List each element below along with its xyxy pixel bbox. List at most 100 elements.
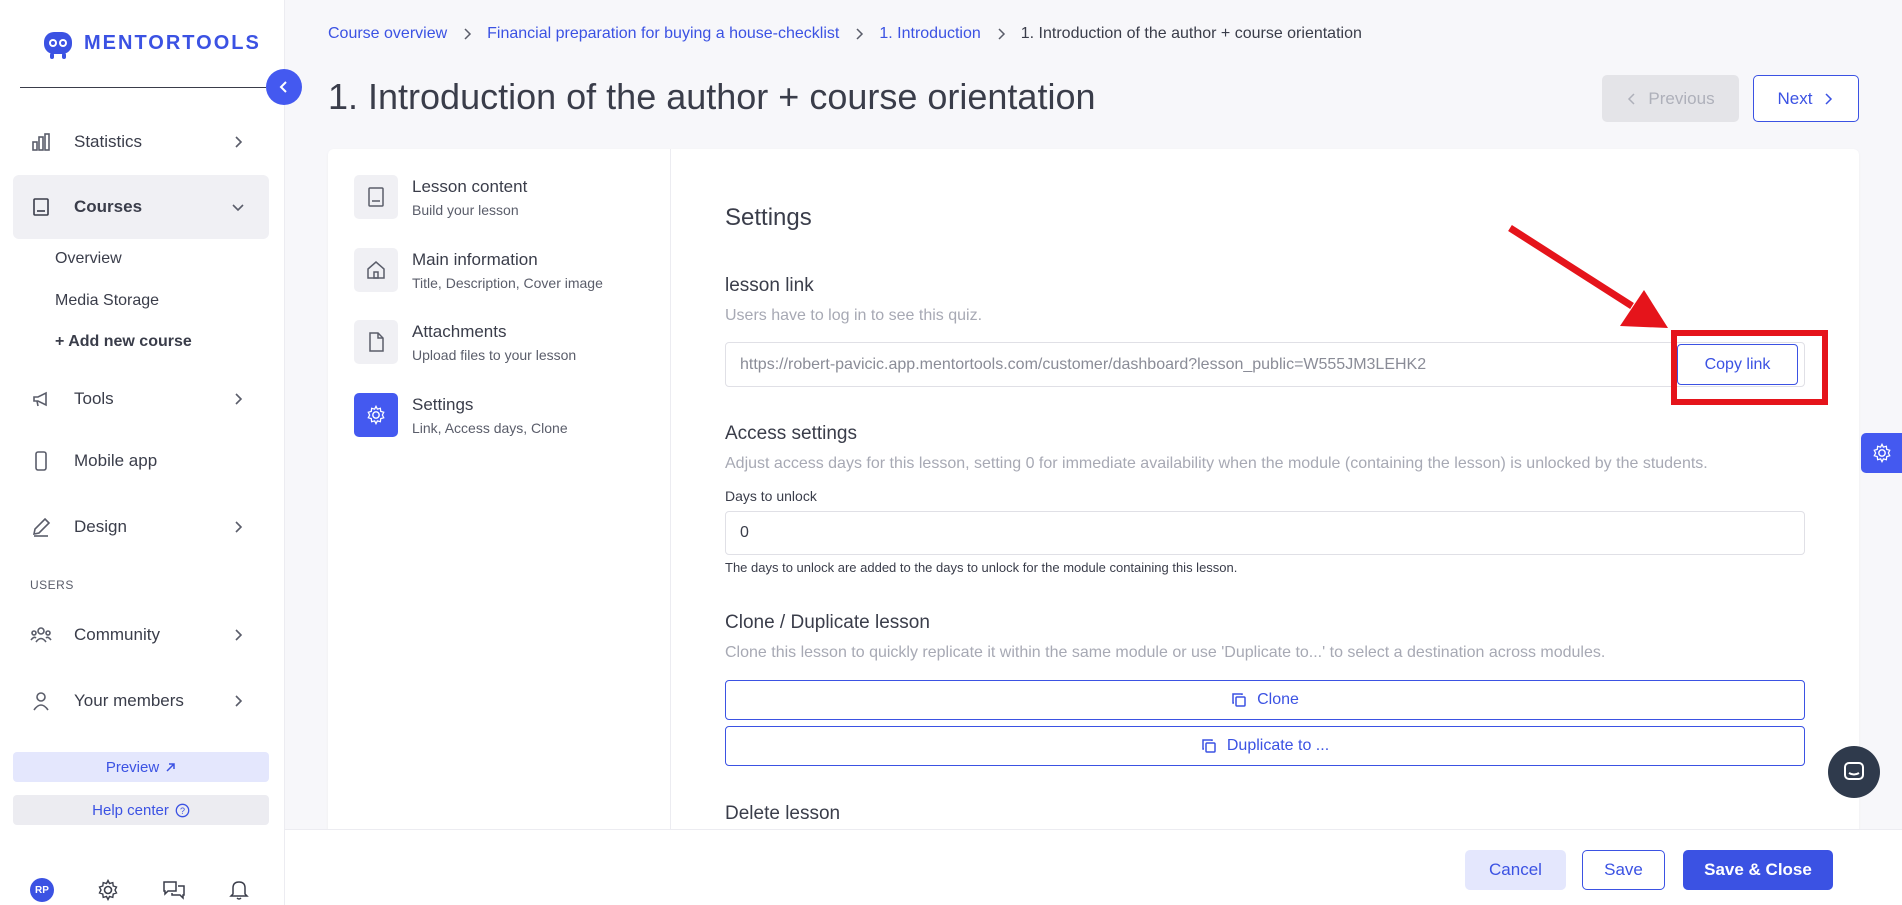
chevron-right-icon [856, 28, 864, 40]
chevron-left-icon [279, 81, 287, 93]
question-circle-icon: ? [175, 803, 190, 817]
chevron-right-icon [235, 629, 243, 641]
sidebar-item-community[interactable]: Community [13, 603, 269, 667]
chevron-right-icon [464, 28, 472, 40]
support-chat-button[interactable] [1828, 746, 1880, 798]
access-settings-title: Access settings [725, 423, 857, 444]
lesson-nav-title: Settings [412, 395, 474, 414]
sidebar-item-courses[interactable]: Courses [13, 175, 269, 239]
lesson-nav-title: Main information [412, 250, 538, 269]
bar-chart-icon [30, 131, 52, 153]
preview-label: Preview [105, 758, 160, 776]
divider [20, 87, 266, 88]
lesson-link-title: lesson link [725, 275, 814, 296]
sidebar-item-label: Courses [74, 197, 143, 216]
days-to-unlock-input[interactable]: 0 [725, 511, 1805, 555]
chat-bubble-icon [1844, 762, 1864, 780]
avatar[interactable]: RP [30, 878, 54, 902]
lesson-editor-card: Lesson content Build your lesson Main in… [328, 149, 1859, 905]
page-title: 1. Introduction of the author + course o… [328, 76, 1096, 117]
breadcrumb-course-overview[interactable]: Course overview [328, 25, 447, 43]
collapse-sidebar-button[interactable] [266, 69, 302, 105]
save-button[interactable]: Save [1582, 850, 1665, 890]
gear-icon[interactable] [97, 879, 119, 901]
breadcrumb-current: 1. Introduction of the author + course o… [1020, 25, 1362, 42]
floating-settings-button[interactable] [1861, 433, 1902, 473]
lesson-nav-subtitle: Upload files to your lesson [412, 347, 577, 363]
lesson-nav-title: Lesson content [412, 177, 528, 196]
lesson-nav-subtitle: Title, Description, Cover image [412, 275, 603, 291]
sidebar-item-label: Mobile app [74, 451, 158, 470]
mobile-icon [30, 450, 52, 472]
gear-icon [354, 393, 398, 437]
sidebar-item-mobile-app[interactable]: Mobile app [13, 429, 269, 493]
help-center-button[interactable]: Help center ? [13, 795, 269, 825]
chat-icon[interactable] [162, 879, 186, 901]
save-and-close-button[interactable]: Save & Close [1683, 850, 1833, 890]
sidebar-item-tools[interactable]: Tools [13, 367, 269, 431]
section-label-users: USERS [30, 578, 74, 592]
lesson-nav-attachments[interactable]: Attachments Upload files to your lesson [354, 320, 576, 364]
footer-action-bar: Cancel Save Save & Close [285, 829, 1902, 905]
breadcrumb-module[interactable]: 1. Introduction [879, 25, 980, 43]
lesson-nav-title: Attachments [412, 322, 507, 341]
user-icon [30, 690, 52, 712]
sidebar-item-your-members[interactable]: Your members [13, 669, 269, 733]
next-label: Next [1777, 88, 1813, 108]
sidebar-bottom-bar: RP [30, 878, 249, 902]
gear-icon [1872, 443, 1891, 463]
sidebar-subitem-overview[interactable]: Overview [55, 250, 122, 268]
svg-text:?: ? [180, 806, 185, 816]
copy-link-button[interactable]: Copy link [1677, 344, 1798, 385]
help-center-label: Help center [92, 801, 169, 819]
sidebar-subitem-media-storage[interactable]: Media Storage [55, 292, 159, 310]
lesson-nav-main-information[interactable]: Main information Title, Description, Cov… [354, 248, 603, 292]
breadcrumb: Course overview Financial preparation fo… [328, 25, 1362, 43]
access-settings-description: Adjust access days for this lesson, sett… [725, 455, 1708, 472]
logo-text: MENTORTOOLS [84, 31, 261, 54]
days-to-unlock-label: Days to unlock [725, 488, 817, 504]
previous-button[interactable]: Previous [1602, 75, 1739, 122]
external-link-icon [166, 762, 175, 772]
preview-button[interactable]: Preview [13, 752, 269, 782]
sidebar: MENTORTOOLS Statistics Courses Overview … [0, 0, 285, 905]
file-icon [354, 320, 398, 364]
sidebar-item-design[interactable]: Design [13, 495, 269, 559]
home-icon [354, 248, 398, 292]
logo[interactable]: MENTORTOOLS [40, 26, 261, 60]
chevron-right-icon [998, 28, 1005, 40]
duplicate-to-label: Duplicate to ... [1226, 737, 1330, 754]
lesson-nav-lesson-content[interactable]: Lesson content Build your lesson [354, 175, 527, 219]
add-new-course-link[interactable]: + Add new course [55, 333, 192, 351]
sidebar-item-label: Tools [74, 389, 114, 408]
copy-icon [1232, 693, 1246, 707]
bell-icon[interactable] [229, 879, 249, 901]
chevron-right-icon [235, 521, 243, 533]
sidebar-item-label: Community [74, 625, 160, 644]
users-icon [30, 624, 52, 646]
copy-icon [1202, 739, 1216, 753]
lesson-nav-subtitle: Link, Access days, Clone [412, 420, 568, 436]
days-to-unlock-value: 0 [740, 524, 749, 541]
book-icon [354, 175, 398, 219]
lesson-nav-settings[interactable]: Settings Link, Access days, Clone [354, 393, 568, 437]
book-icon [30, 196, 52, 218]
next-button[interactable]: Next [1753, 75, 1859, 122]
sidebar-item-statistics[interactable]: Statistics [13, 110, 269, 174]
breadcrumb-course[interactable]: Financial preparation for buying a house… [487, 25, 839, 43]
cancel-button[interactable]: Cancel [1465, 850, 1566, 890]
lesson-nav: Lesson content Build your lesson Main in… [328, 149, 671, 832]
robot-logo-icon [44, 32, 72, 59]
lesson-link-description: Users have to log in to see this quiz. [725, 307, 983, 324]
megaphone-icon [30, 388, 52, 410]
chevron-right-icon [235, 136, 243, 148]
sidebar-item-label: Statistics [74, 132, 143, 151]
lesson-link-field[interactable]: https://robert-pavicic.app.mentortools.c… [725, 342, 1805, 387]
chevron-right-icon [1825, 92, 1833, 105]
duplicate-to-button[interactable]: Duplicate to ... [725, 726, 1805, 766]
clone-button[interactable]: Clone [725, 680, 1805, 720]
clone-description: Clone this lesson to quickly replicate i… [725, 644, 1606, 661]
chevron-right-icon [235, 695, 243, 707]
previous-label: Previous [1648, 88, 1715, 108]
lesson-link-url: https://robert-pavicic.app.mentortools.c… [740, 355, 1427, 373]
